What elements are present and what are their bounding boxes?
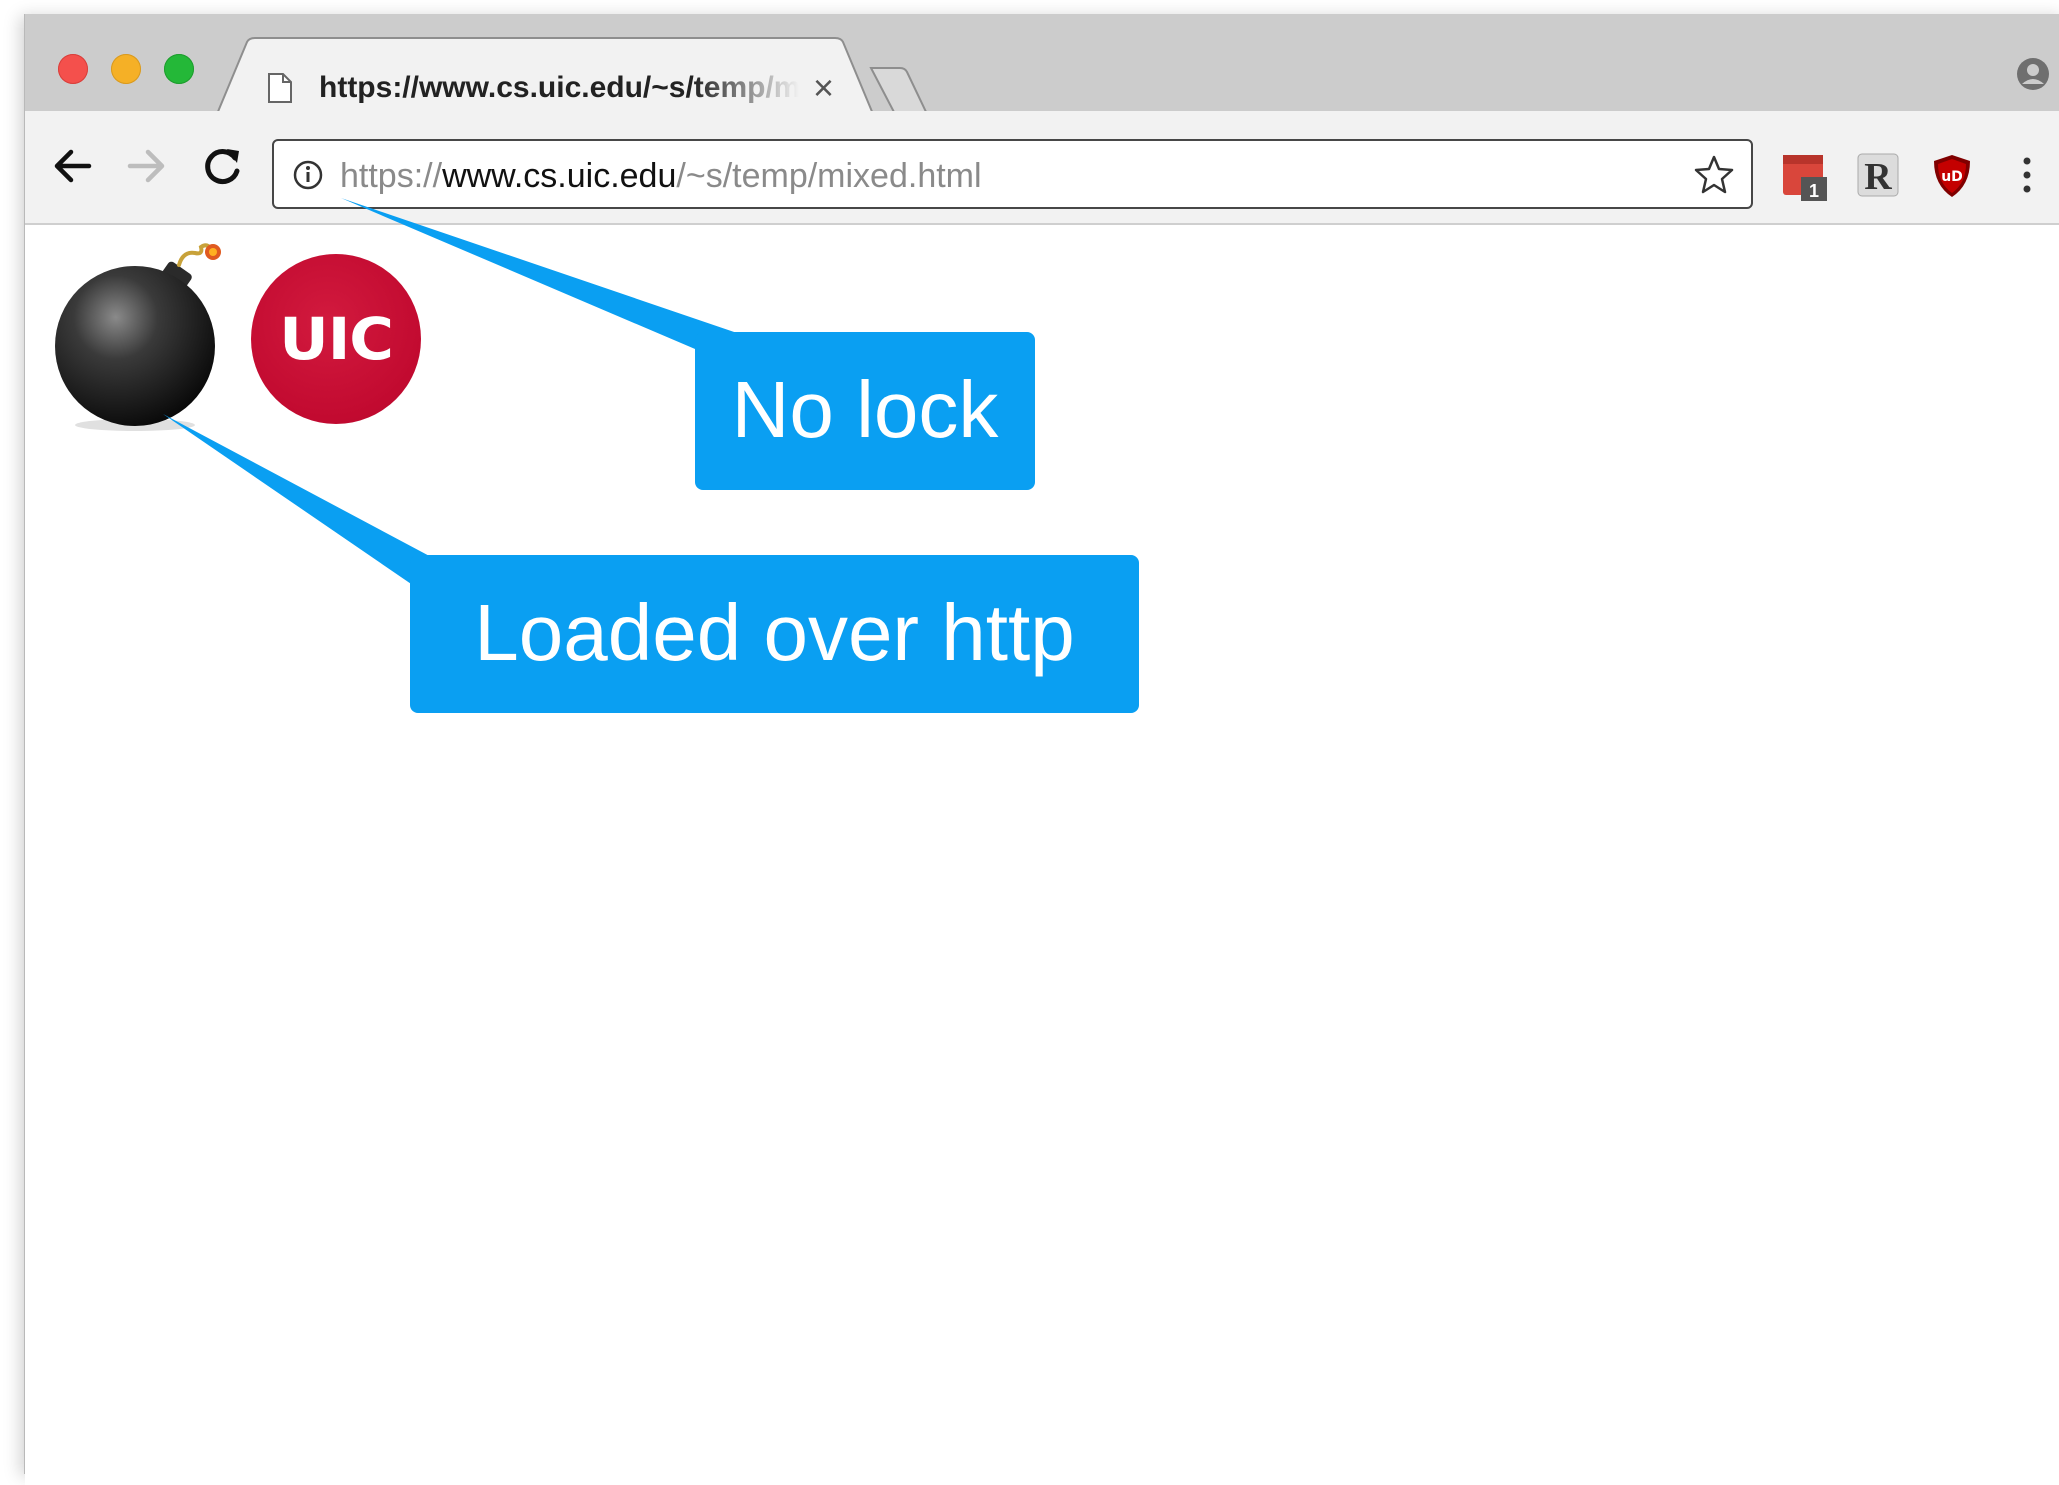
window-minimize-button[interactable] [111,54,141,84]
new-tab-button[interactable] [871,66,929,112]
url-host: www.cs.uic.edu [442,157,677,195]
bomb-icon [55,243,221,431]
window-close-button[interactable] [58,54,88,84]
no-lock-callout: No lock [695,332,1035,490]
extension-badge: 1 [1809,181,1819,201]
reload-icon[interactable] [199,143,245,189]
ublock-shield-icon[interactable]: uD [1931,153,1973,199]
kebab-menu-icon[interactable] [2017,155,2037,195]
window-maximize-button[interactable] [164,54,194,84]
calendar-extension-icon[interactable]: 1 [1781,153,1829,203]
loaded-over-http-callout: Loaded over http [410,555,1139,713]
document-icon [268,73,292,103]
page-content: UIC [25,225,2059,1485]
arrow-back-icon[interactable] [49,143,95,189]
star-icon[interactable] [1694,154,1734,194]
url-path: /~s/temp/mixed.html [676,157,982,195]
arrow-forward-icon[interactable] [124,143,170,189]
tab-strip: https://www.cs.uic.edu/~s/temp/mixed.htm… [25,14,2059,115]
readability-extension-icon[interactable]: R [1857,153,1899,199]
browser-toolbar: https://www.cs.uic.edu/~s/temp/mixed.htm… [25,111,2059,225]
url-scheme: https:// [340,157,443,195]
uic-logo: UIC [251,254,421,424]
address-bar[interactable]: https://www.cs.uic.edu/~s/temp/mixed.htm… [272,139,1753,209]
profile-icon[interactable] [2015,56,2051,92]
tab-title: https://www.cs.uic.edu/~s/temp/mixed.htm… [319,71,799,104]
tab-close-button[interactable]: × [813,68,834,108]
url-text[interactable]: https://www.cs.uic.edu/~s/temp/mixed.htm… [340,157,982,196]
info-icon[interactable] [292,159,324,191]
browser-window: https://www.cs.uic.edu/~s/temp/mixed.htm… [24,14,2059,1485]
extension-letters: uD [1941,169,1963,185]
uic-logo-text: UIC [279,305,394,373]
extension-letter: R [1864,156,1892,198]
